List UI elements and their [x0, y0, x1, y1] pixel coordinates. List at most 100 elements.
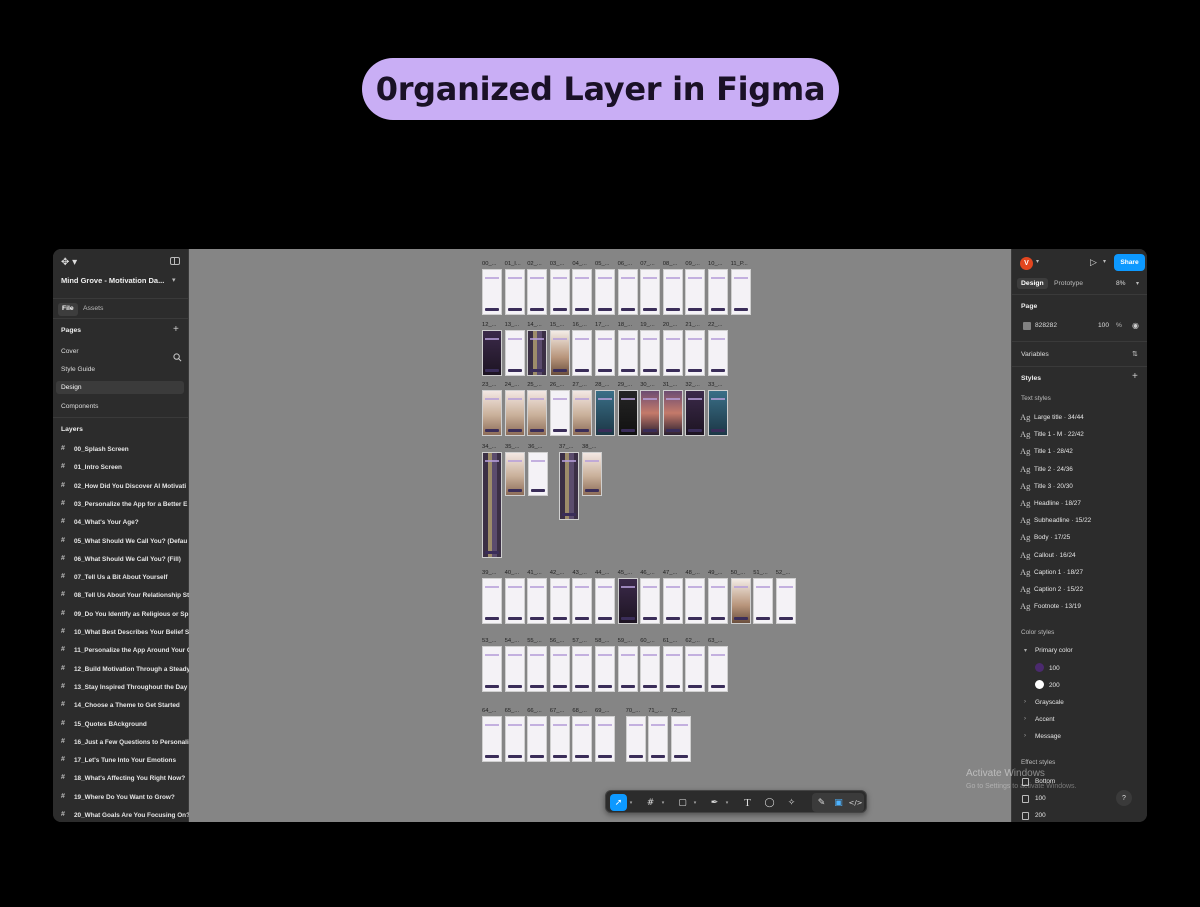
frame-label[interactable]: 51_... — [753, 570, 768, 576]
screen-frame[interactable] — [527, 330, 548, 376]
layer-item[interactable]: #19_Where Do You Want to Grow? — [56, 789, 189, 806]
avatar[interactable]: V — [1020, 257, 1033, 270]
frame-label[interactable]: 16_... — [572, 322, 587, 328]
screen-frame[interactable] — [775, 578, 796, 624]
frame-label[interactable]: 02_... — [527, 261, 542, 267]
add-page-icon[interactable]: + — [173, 325, 179, 335]
frame-label[interactable]: 67_... — [550, 708, 565, 714]
layer-item[interactable]: #02_How Did You Discover AI Motivati — [56, 478, 189, 495]
frame-label[interactable]: 01_I... — [505, 261, 521, 267]
variables-heading[interactable]: Variables — [1021, 351, 1049, 358]
screen-frame[interactable] — [617, 330, 638, 376]
variables-settings-icon[interactable]: ⇅ — [1132, 350, 1138, 358]
screen-frame[interactable] — [595, 269, 615, 315]
text-style-item[interactable]: Ag Headline · 18/27 — [1020, 496, 1140, 511]
layer-item[interactable]: #11_Personalize the App Around Your G — [56, 642, 189, 659]
screen-frame[interactable] — [670, 716, 691, 762]
layer-item[interactable]: #07_Tell Us a Bit About Yourself — [56, 569, 189, 586]
screen-frame[interactable] — [595, 578, 615, 624]
screen-frame[interactable] — [572, 269, 593, 315]
screen-frame[interactable] — [572, 578, 593, 624]
screen-frame[interactable] — [527, 578, 548, 624]
screen-frame[interactable] — [504, 330, 525, 376]
figma-menu-icon[interactable]: ✥ ▾ — [61, 257, 77, 268]
screen-frame[interactable] — [640, 646, 661, 692]
dev-mode-icon[interactable]: </> — [847, 794, 864, 811]
frame-label[interactable]: 61_... — [663, 638, 678, 644]
chevron-down-icon[interactable]: ▾ — [691, 794, 699, 811]
frame-label[interactable]: 69_... — [595, 708, 610, 714]
frame-label[interactable]: 55_... — [527, 638, 542, 644]
help-button[interactable]: ? — [1116, 790, 1132, 806]
frame-label[interactable]: 57_... — [572, 638, 587, 644]
screen-frame[interactable] — [504, 646, 525, 692]
tab-assets[interactable]: Assets — [79, 303, 107, 316]
page-item-cover[interactable]: Cover — [56, 345, 184, 358]
page-item-components[interactable]: Components — [56, 400, 184, 413]
frame-label[interactable]: 22_... — [708, 322, 723, 328]
layer-item[interactable]: #05_What Should We Call You? (Defau — [56, 533, 189, 550]
screen-frame[interactable] — [730, 269, 751, 315]
frame-label[interactable]: 35_... — [505, 444, 520, 450]
frame-label[interactable]: 65_... — [505, 708, 520, 714]
screen-frame[interactable] — [662, 330, 683, 376]
frame-label[interactable]: 12_... — [482, 322, 497, 328]
screen-frame[interactable] — [549, 646, 570, 692]
frame-label[interactable]: 13_... — [505, 322, 520, 328]
layer-item[interactable]: #16_Just a Few Questions to Personali — [56, 734, 189, 751]
color-swatch-primary-100[interactable] — [1035, 663, 1044, 672]
chevron-down-icon[interactable]: ▾ — [1036, 258, 1039, 265]
frame-tool-icon[interactable]: # — [642, 794, 659, 811]
text-style-item[interactable]: Ag Body · 17/25 — [1020, 530, 1140, 545]
layer-item[interactable]: #00_Splash Screen — [56, 441, 189, 458]
text-style-item[interactable]: Ag Caption 2 · 15/22 — [1020, 582, 1140, 597]
frame-label[interactable]: 70_... — [626, 708, 641, 714]
frame-label[interactable]: 00_... — [482, 261, 497, 267]
layer-item[interactable]: #15_Quotes BAckground — [56, 716, 189, 733]
shape-tool-icon[interactable]: ▢ — [674, 794, 691, 811]
screen-frame[interactable] — [640, 330, 661, 376]
text-style-item[interactable]: Ag Title 1 - M · 22/42 — [1020, 427, 1140, 442]
text-style-item[interactable]: Ag Title 2 · 24/36 — [1020, 462, 1140, 477]
tab-design[interactable]: Design — [1017, 278, 1048, 289]
screen-frame[interactable] — [617, 578, 638, 624]
screen-frame[interactable] — [527, 646, 548, 692]
chevron-down-icon[interactable]: ▾ — [659, 794, 667, 811]
text-style-item[interactable]: Ag Subheadline · 15/22 — [1020, 513, 1140, 528]
layer-item[interactable]: #17_Let's Tune Into Your Emotions — [56, 752, 189, 769]
frame-label[interactable]: 60_... — [640, 638, 655, 644]
page-item-style-guide[interactable]: Style Guide — [56, 363, 184, 376]
draw-mode-icon[interactable]: ✎ — [813, 794, 830, 811]
frame-label[interactable]: 27_... — [572, 382, 587, 388]
screen-frame[interactable] — [549, 716, 570, 762]
screen-frame[interactable] — [617, 390, 638, 436]
layer-item[interactable]: #14_Choose a Theme to Get Started — [56, 697, 189, 714]
frame-label[interactable]: 54_... — [505, 638, 520, 644]
screen-frame[interactable] — [640, 578, 661, 624]
layer-item[interactable]: #18_What's Affecting You Right Now? — [56, 770, 189, 787]
frame-label[interactable]: 45_... — [618, 570, 633, 576]
frame-label[interactable]: 32_... — [685, 382, 700, 388]
screen-frame[interactable] — [482, 646, 502, 692]
frame-label[interactable]: 04_... — [572, 261, 587, 267]
frame-label[interactable]: 46_... — [640, 570, 655, 576]
layer-item[interactable]: #13_Stay Inspired Throughout the Day — [56, 679, 189, 696]
screen-frame[interactable] — [504, 716, 525, 762]
frame-label[interactable]: 38_... — [582, 444, 597, 450]
eye-icon[interactable]: ◉ — [1132, 321, 1139, 330]
screen-frame[interactable] — [504, 269, 525, 315]
screen-frame[interactable] — [662, 578, 683, 624]
frame-label[interactable]: 71_... — [648, 708, 663, 714]
frame-label[interactable]: 21_... — [685, 322, 700, 328]
actions-tool-icon[interactable]: ✧ — [783, 794, 800, 811]
frame-label[interactable]: 18_... — [618, 322, 633, 328]
page-color-swatch[interactable] — [1023, 322, 1031, 330]
page-opacity-value[interactable]: 100 — [1098, 322, 1109, 329]
file-title[interactable]: Mind Grove - Motivation Da... — [61, 276, 164, 285]
frame-label[interactable]: 44_... — [595, 570, 610, 576]
frame-label[interactable]: 24_... — [505, 382, 520, 388]
frame-label[interactable]: 64_... — [482, 708, 497, 714]
screen-frame[interactable] — [595, 390, 615, 436]
frame-label[interactable]: 40_... — [505, 570, 520, 576]
screen-frame[interactable] — [482, 578, 502, 624]
